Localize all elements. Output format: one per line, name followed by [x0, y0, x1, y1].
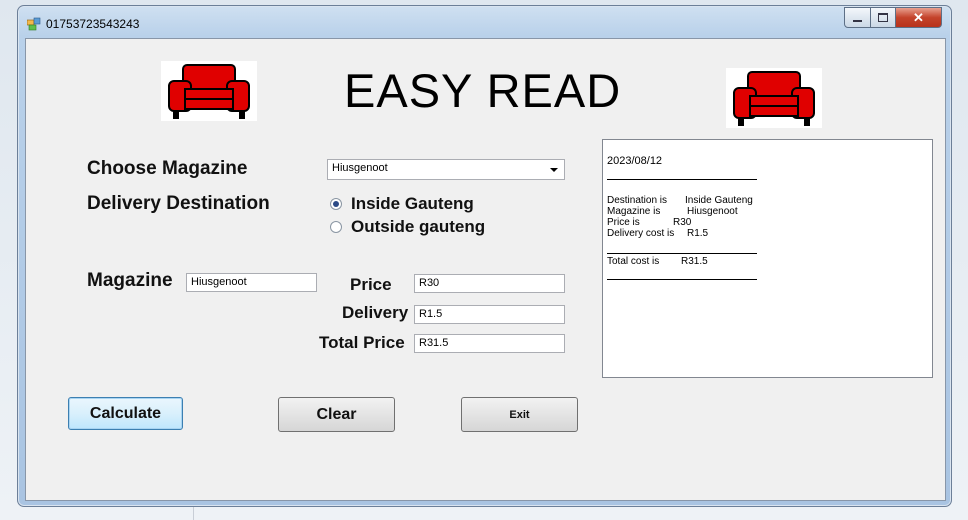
- receipt-destination-label: Destination is: [607, 195, 668, 206]
- form-client-area: EASY READ Choose Magazine Delivery Desti…: [25, 38, 946, 501]
- radio-outside-label: Outside gauteng: [351, 217, 486, 236]
- delivery-label: Delivery: [342, 303, 409, 322]
- calculate-button[interactable]: Calculate: [68, 397, 183, 430]
- radio-circle[interactable]: [330, 221, 342, 233]
- close-button[interactable]: ✕: [895, 7, 942, 28]
- receipt-magazine-value: Hiusgenoot: [687, 206, 738, 217]
- receipt-divider: [607, 179, 757, 180]
- title-bar[interactable]: 01753723543243 ✕: [18, 6, 951, 38]
- delivery-destination-label: Delivery Destination: [87, 193, 270, 214]
- magazine-dropdown-value: Hiusgenoot: [332, 162, 388, 174]
- minimize-button[interactable]: [844, 7, 871, 28]
- receipt-total-label: Total cost is: [607, 256, 660, 267]
- armchair-icon: [161, 61, 257, 121]
- total-price-field[interactable]: R31.5: [414, 334, 565, 353]
- receipt-total-value: R31.5: [681, 256, 708, 267]
- radio-inside-gauteng[interactable]: Inside Gauteng: [330, 194, 474, 214]
- radio-inside-label: Inside Gauteng: [351, 194, 474, 213]
- receipt-destination-value: Inside Gauteng: [685, 195, 753, 206]
- receipt-price-label: Price is: [607, 217, 640, 228]
- window-title: 01753723543243: [46, 17, 140, 31]
- radio-outside-gauteng[interactable]: Outside gauteng: [330, 217, 485, 237]
- receipt-delivery-value: R1.5: [687, 228, 709, 239]
- magazine-field[interactable]: Hiusgenoot: [186, 273, 317, 292]
- receipt-delivery-label: Delivery cost is: [607, 228, 675, 239]
- delivery-field[interactable]: R1.5: [414, 305, 565, 324]
- exit-button[interactable]: Exit: [461, 397, 578, 432]
- page-title: EASY READ: [344, 64, 622, 117]
- radio-circle[interactable]: [330, 198, 342, 210]
- maximize-icon: [878, 13, 888, 22]
- price-field[interactable]: R30: [414, 274, 565, 293]
- receipt-divider: [607, 253, 757, 254]
- magazine-dropdown[interactable]: Hiusgenoot: [327, 159, 565, 180]
- app-window: 01753723543243 ✕ EASY READ Choose Magazi…: [17, 5, 952, 507]
- receipt-divider: [607, 279, 757, 280]
- receipt-price-value: R30: [673, 217, 692, 228]
- magazine-label: Magazine: [87, 270, 173, 291]
- price-label: Price: [350, 275, 392, 294]
- maximize-button[interactable]: [870, 7, 896, 28]
- total-price-label: Total Price: [319, 333, 405, 352]
- app-icon: [27, 17, 41, 31]
- chevron-down-icon: [550, 168, 558, 172]
- minimize-icon: [853, 19, 862, 22]
- receipt-date: 2023/08/12: [607, 155, 663, 167]
- clear-button[interactable]: Clear: [278, 397, 395, 432]
- receipt-magazine-label: Magazine is: [607, 206, 661, 217]
- armchair-icon: [726, 68, 822, 128]
- close-icon: ✕: [913, 9, 924, 25]
- receipt-panel: 2023/08/12 Destination is Inside Gauteng…: [602, 139, 933, 378]
- choose-magazine-label: Choose Magazine: [87, 158, 248, 179]
